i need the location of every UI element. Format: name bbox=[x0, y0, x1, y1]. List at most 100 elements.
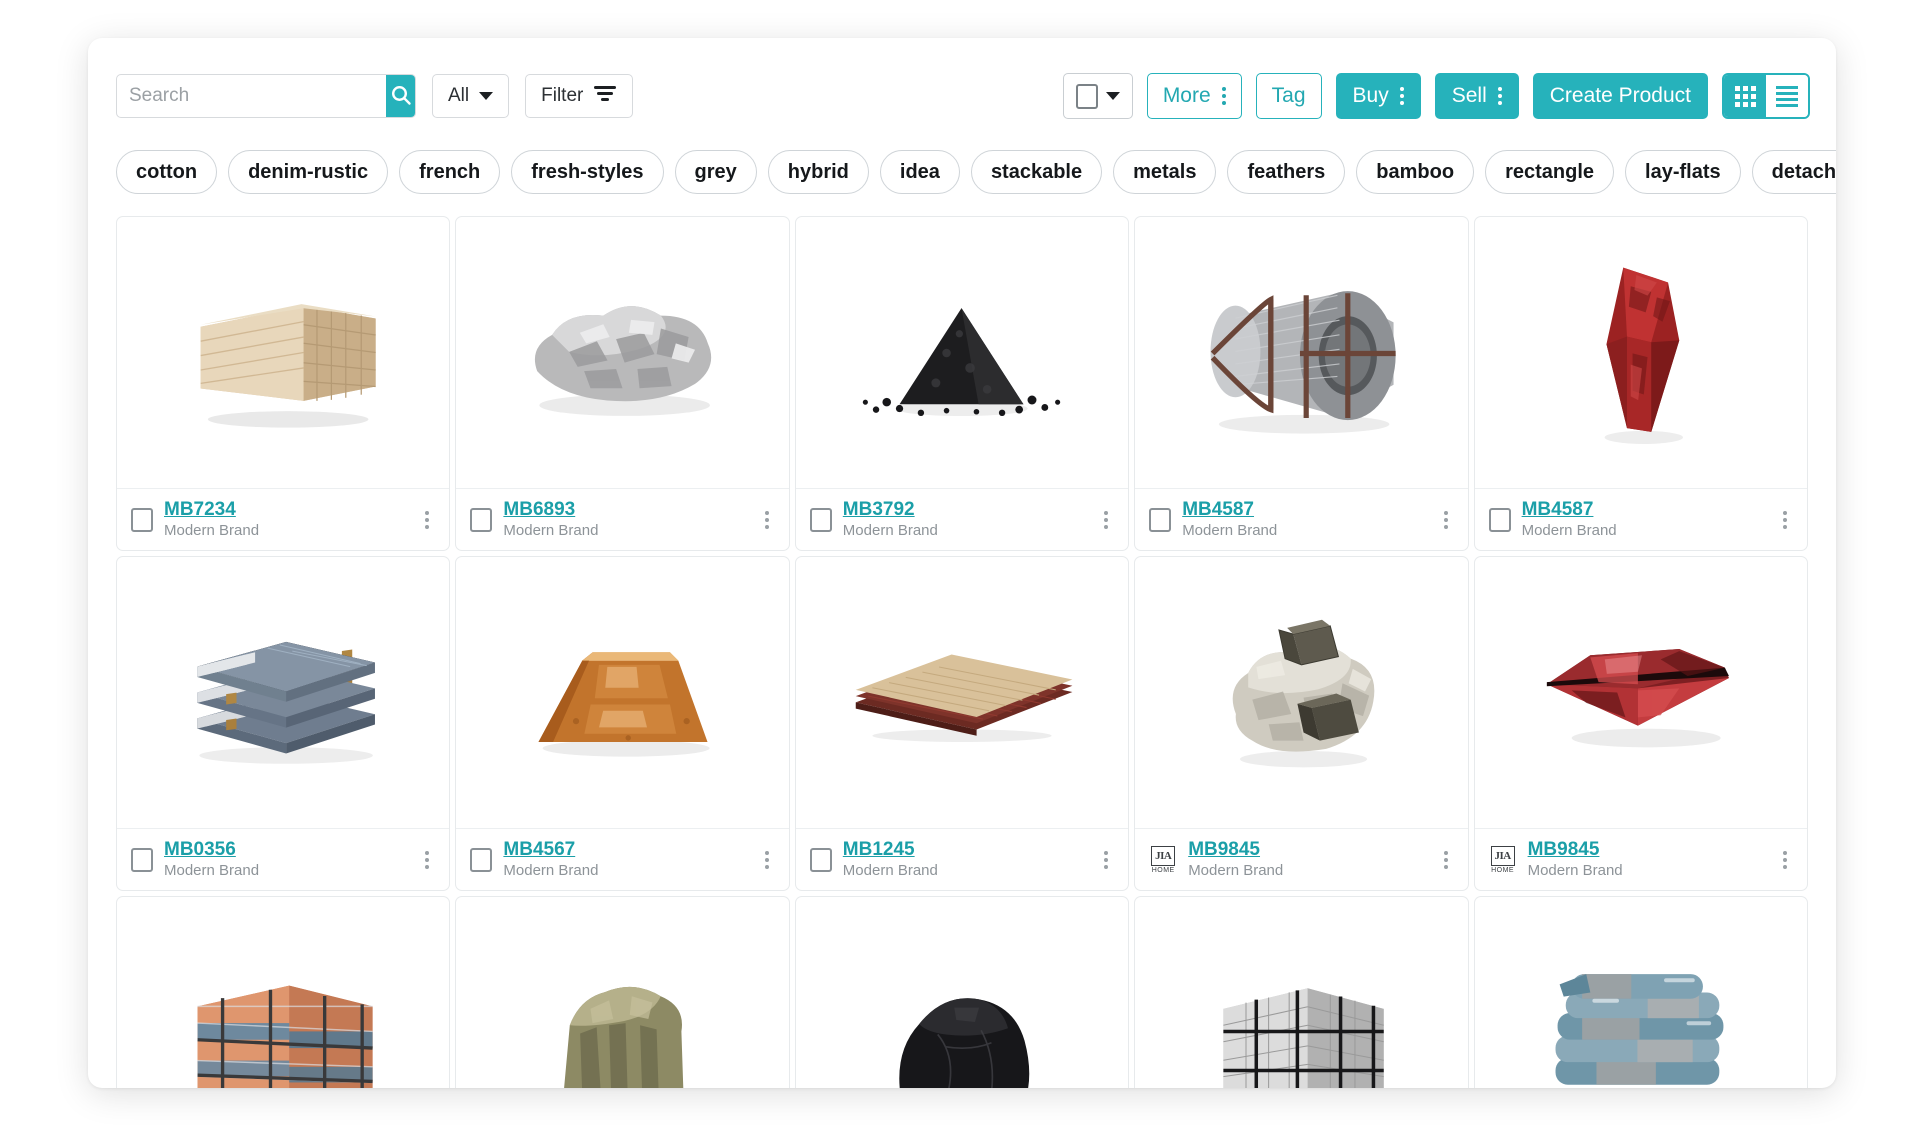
create-product-button[interactable]: Create Product bbox=[1532, 73, 1708, 119]
kebab-icon bbox=[1497, 87, 1502, 105]
product-card-texts: MB9845 Modern Brand bbox=[1528, 839, 1623, 879]
product-card-texts: MB4587 Modern Brand bbox=[1182, 499, 1277, 539]
grid-view-button[interactable] bbox=[1724, 75, 1766, 117]
block-stack-image bbox=[1135, 897, 1467, 1088]
tag-chip-hybrid[interactable]: hybrid bbox=[767, 150, 869, 194]
product-brand-label: Modern Brand bbox=[1182, 522, 1278, 540]
stone-chunk-image bbox=[456, 897, 788, 1088]
tag-chip-lay-flats[interactable]: lay-flats bbox=[1625, 150, 1741, 194]
tag-button[interactable]: Tag bbox=[1255, 73, 1322, 119]
brand-logo-subtext: HOME bbox=[1491, 866, 1515, 874]
cement-pallet-image bbox=[117, 897, 449, 1088]
product-sku-link[interactable]: MB3792 bbox=[843, 499, 938, 521]
tag-chip-idea[interactable]: idea bbox=[879, 150, 960, 194]
product-card-menu-icon[interactable] bbox=[1779, 845, 1791, 875]
scope-dropdown[interactable]: All bbox=[432, 74, 510, 118]
product-card[interactable]: JIA HOME MB9845 Modern Brand bbox=[1473, 556, 1808, 891]
search-input[interactable] bbox=[117, 75, 386, 117]
kebab-icon bbox=[1399, 87, 1404, 105]
red-jasper-image bbox=[1475, 217, 1807, 488]
product-sku-link[interactable]: MB7234 bbox=[164, 499, 259, 521]
product-card-menu-icon[interactable] bbox=[761, 505, 773, 535]
product-sku-link[interactable]: MB6893 bbox=[503, 499, 598, 521]
product-card[interactable]: MB1245 Modern Brand bbox=[794, 556, 1130, 891]
tag-chip-label: detached bbox=[1771, 160, 1836, 183]
tag-chip-cotton[interactable]: cotton bbox=[116, 150, 218, 194]
product-sku-link[interactable]: MB1245 bbox=[843, 839, 938, 861]
product-card[interactable]: MB4587 Modern Brand bbox=[1134, 216, 1469, 551]
filter-button[interactable]: Filter bbox=[525, 74, 634, 118]
product-select-checkbox[interactable] bbox=[470, 847, 493, 872]
product-card[interactable] bbox=[1134, 896, 1469, 1088]
product-sku-link[interactable]: MB9845 bbox=[1188, 839, 1283, 861]
sell-button[interactable]: Sell bbox=[1434, 73, 1519, 119]
ruby-gem-image bbox=[1475, 557, 1807, 828]
product-select-checkbox[interactable] bbox=[809, 507, 832, 532]
product-card-menu-icon[interactable] bbox=[1440, 505, 1452, 535]
product-card[interactable] bbox=[1473, 896, 1808, 1088]
product-card[interactable]: MB7234 Modern Brand bbox=[116, 216, 451, 551]
product-select-checkbox[interactable] bbox=[131, 507, 153, 532]
product-card[interactable] bbox=[116, 896, 451, 1088]
product-brand-label: Modern Brand bbox=[1527, 862, 1623, 880]
product-card-menu-icon[interactable] bbox=[1440, 845, 1452, 875]
product-card[interactable]: MB6893 Modern Brand bbox=[455, 216, 790, 551]
search-button[interactable] bbox=[386, 75, 415, 117]
product-card-menu-icon[interactable] bbox=[1100, 845, 1112, 875]
product-card[interactable]: MB3792 Modern Brand bbox=[794, 216, 1130, 551]
tag-chip-feathers[interactable]: feathers bbox=[1227, 150, 1346, 194]
tag-chip-detached[interactable]: detached bbox=[1751, 150, 1836, 194]
tag-chip-label: rectangle bbox=[1505, 160, 1595, 183]
tag-chip-denim-rustic[interactable]: denim-rustic bbox=[228, 150, 389, 194]
product-card-menu-icon[interactable] bbox=[1100, 505, 1112, 535]
product-select-checkbox[interactable] bbox=[131, 847, 153, 872]
tag-chip-fresh-styles[interactable]: fresh-styles bbox=[511, 150, 664, 194]
product-card-texts: MB7234 Modern Brand bbox=[164, 499, 259, 539]
brand-logo-mark: JIA bbox=[1490, 845, 1515, 866]
tag-chip-bamboo[interactable]: bamboo bbox=[1356, 150, 1475, 194]
kebab-icon bbox=[1221, 87, 1226, 105]
product-brand-label: Modern Brand bbox=[164, 862, 260, 880]
filter-icon bbox=[593, 84, 617, 108]
product-card[interactable]: JIA HOME MB9845 Modern Brand bbox=[1134, 556, 1469, 891]
tag-chip-metals[interactable]: metals bbox=[1113, 150, 1217, 194]
tag-chip-french[interactable]: french bbox=[399, 150, 501, 194]
product-select-checkbox[interactable] bbox=[1488, 507, 1511, 532]
product-card-menu-icon[interactable] bbox=[421, 505, 433, 535]
product-catalog-window: All Filter More bbox=[88, 38, 1836, 1088]
product-select-checkbox[interactable] bbox=[470, 507, 493, 532]
product-sku-link[interactable]: MB0356 bbox=[164, 839, 259, 861]
bulk-select-dropdown[interactable] bbox=[1062, 73, 1133, 119]
product-card[interactable] bbox=[455, 896, 790, 1088]
tag-button-label: Tag bbox=[1271, 84, 1306, 107]
product-sku-link[interactable]: MB4587 bbox=[1522, 499, 1617, 521]
product-card-footer: MB3792 Modern Brand bbox=[795, 488, 1129, 550]
tag-chip-label: cotton bbox=[136, 160, 198, 183]
search-group bbox=[116, 74, 416, 118]
product-select-checkbox[interactable] bbox=[1149, 507, 1172, 532]
product-card[interactable]: MB4567 Modern Brand bbox=[455, 556, 790, 891]
product-card[interactable]: MB4587 Modern Brand bbox=[1473, 216, 1808, 551]
product-sku-link[interactable]: MB4587 bbox=[1182, 499, 1277, 521]
more-button[interactable]: More bbox=[1146, 73, 1242, 119]
product-sku-link[interactable]: MB4567 bbox=[503, 839, 598, 861]
product-card-menu-icon[interactable] bbox=[421, 845, 433, 875]
product-card-menu-icon[interactable] bbox=[1779, 505, 1791, 535]
product-sku-link[interactable]: MB9845 bbox=[1528, 839, 1623, 861]
product-card[interactable]: MB0356 Modern Brand bbox=[116, 556, 451, 891]
buy-button[interactable]: Buy bbox=[1335, 73, 1421, 119]
product-select-checkbox[interactable] bbox=[809, 847, 832, 872]
tag-chip-grey[interactable]: grey bbox=[674, 150, 757, 194]
brand-logo-icon: JIA HOME bbox=[1149, 845, 1177, 875]
product-card-footer: JIA HOME MB9845 Modern Brand bbox=[1135, 828, 1468, 890]
list-view-button[interactable] bbox=[1766, 75, 1808, 117]
tag-chip-rectangle[interactable]: rectangle bbox=[1485, 150, 1615, 194]
tag-chip-stackable[interactable]: stackable bbox=[970, 150, 1103, 194]
view-toggle bbox=[1722, 73, 1810, 119]
product-card-menu-icon[interactable] bbox=[761, 845, 773, 875]
product-brand-label: Modern Brand bbox=[164, 522, 260, 540]
search-icon bbox=[389, 83, 413, 110]
tag-chip-label: french bbox=[419, 160, 481, 183]
product-card[interactable] bbox=[794, 896, 1130, 1088]
coal-lump-image bbox=[796, 897, 1128, 1088]
